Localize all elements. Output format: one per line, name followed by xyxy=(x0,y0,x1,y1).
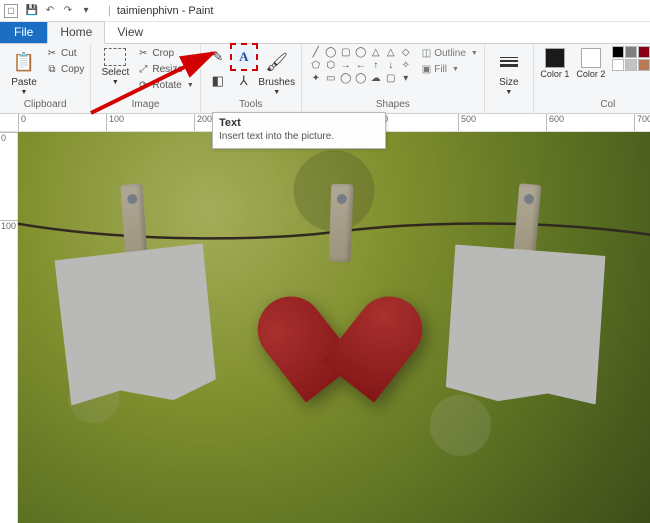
copy-button[interactable]: ⧉Copy xyxy=(46,62,84,77)
file-tab[interactable]: File xyxy=(0,22,47,43)
palette-swatch[interactable] xyxy=(638,46,650,58)
eyedropper-icon: ⅄ xyxy=(240,73,248,89)
copy-icon: ⧉ xyxy=(46,64,58,76)
colors-group-label: Col xyxy=(600,97,615,113)
pencil-icon: ✎ xyxy=(212,49,223,65)
palette-swatch[interactable] xyxy=(625,46,637,58)
brush-icon: 🖌 xyxy=(263,48,291,76)
select-button[interactable]: Select ▼ xyxy=(97,46,133,86)
crop-button[interactable]: ✂Crop xyxy=(137,46,193,61)
color1-button[interactable]: Color 1 xyxy=(540,46,570,79)
window-title: taimienphivn - Paint xyxy=(117,5,214,17)
chevron-down-icon: ▼ xyxy=(21,89,28,96)
eraser-tool[interactable]: ◧ xyxy=(207,70,229,92)
chevron-down-icon: ▼ xyxy=(273,89,280,96)
paste-button[interactable]: 📋 Paste ▼ xyxy=(6,46,42,96)
colors-group: Color 1 Color 2 Col xyxy=(534,44,650,113)
ribbon-tabs: File Home View xyxy=(0,22,650,44)
chevron-down-icon: ▼ xyxy=(452,66,459,73)
resize-icon: ⤢ xyxy=(137,64,149,76)
ribbon: 📋 Paste ▼ ✂Cut ⧉Copy Clipboard Select ▼ … xyxy=(0,44,650,114)
color2-button[interactable]: Color 2 xyxy=(576,46,606,79)
color-palette[interactable] xyxy=(612,46,650,71)
canvas[interactable] xyxy=(18,132,650,523)
paste-label: Paste xyxy=(11,77,37,88)
shapes-gallery[interactable]: ╱◯▢◯△△◇ ⬠⬡→←↑↓✧ ✦▭◯◯☁▢▾ xyxy=(308,46,414,86)
rotate-icon: ⟳ xyxy=(137,80,149,92)
vertical-ruler: 0100 xyxy=(0,132,18,523)
size-icon xyxy=(495,48,523,76)
palette-swatch[interactable] xyxy=(612,46,624,58)
canvas-area: 0100 xyxy=(0,132,650,523)
text-icon: A xyxy=(239,49,248,65)
clipboard-group-label: Clipboard xyxy=(24,97,67,113)
select-label: Select xyxy=(101,67,129,78)
palette-swatch[interactable] xyxy=(612,59,624,71)
title-bar: ▢ 💾 ↶ ↷ ▾ | taimienphivn - Paint xyxy=(0,0,650,22)
tools-group: ✎ ◧ A ⅄ 🖌 Brushes ▼ Tools xyxy=(201,44,302,113)
quick-access-toolbar: ▢ 💾 ↶ ↷ ▾ xyxy=(4,3,94,19)
picker-tool[interactable]: ⅄ xyxy=(233,70,255,92)
tooltip-title: Text xyxy=(219,117,379,129)
save-icon[interactable]: 💾 xyxy=(24,3,40,19)
cut-button[interactable]: ✂Cut xyxy=(46,46,84,61)
rotate-button[interactable]: ⟳Rotate▼ xyxy=(137,78,193,93)
image-content xyxy=(18,132,650,523)
size-group: Size ▼ xyxy=(485,44,534,113)
size-label: Size xyxy=(499,77,518,88)
size-group-label xyxy=(507,97,510,113)
text-tool-tooltip: Text Insert text into the picture. xyxy=(212,112,386,149)
eraser-icon: ◧ xyxy=(212,73,224,89)
text-tool[interactable]: A xyxy=(233,46,255,68)
tools-group-label: Tools xyxy=(239,97,262,113)
image-group: Select ▼ ✂Crop ⤢Resize ⟳Rotate▼ Image xyxy=(91,44,200,113)
crop-icon: ✂ xyxy=(137,48,149,60)
fill-icon: ▣ xyxy=(422,64,431,75)
home-tab[interactable]: Home xyxy=(47,21,105,44)
color1-swatch xyxy=(545,48,565,68)
brushes-label: Brushes xyxy=(258,77,295,88)
select-icon xyxy=(104,48,126,66)
app-icon: ▢ xyxy=(4,4,18,18)
color2-label: Color 2 xyxy=(576,69,605,79)
brushes-button[interactable]: 🖌 Brushes ▼ xyxy=(259,46,295,96)
color2-swatch xyxy=(581,48,601,68)
chevron-down-icon: ▼ xyxy=(505,89,512,96)
tooltip-body: Insert text into the picture. xyxy=(219,131,379,142)
view-tab[interactable]: View xyxy=(105,22,155,43)
palette-swatch[interactable] xyxy=(625,59,637,71)
shapes-group: ╱◯▢◯△△◇ ⬠⬡→←↑↓✧ ✦▭◯◯☁▢▾ ◫Outline▼ ▣Fill▼… xyxy=(302,44,485,113)
cut-icon: ✂ xyxy=(46,48,58,60)
outline-icon: ◫ xyxy=(422,48,431,59)
chevron-down-icon: ▼ xyxy=(112,79,119,86)
outline-button[interactable]: ◫Outline▼ xyxy=(422,46,478,61)
color1-label: Color 1 xyxy=(540,69,569,79)
chevron-down-icon: ▼ xyxy=(471,50,478,57)
shapes-group-label: Shapes xyxy=(376,97,410,113)
palette-swatch[interactable] xyxy=(638,59,650,71)
fill-button[interactable]: ▣Fill▼ xyxy=(422,62,478,77)
pencil-tool[interactable]: ✎ xyxy=(207,46,229,68)
image-group-label: Image xyxy=(132,97,160,113)
undo-icon[interactable]: ↶ xyxy=(42,3,58,19)
size-button[interactable]: Size ▼ xyxy=(491,46,527,96)
clipboard-group: 📋 Paste ▼ ✂Cut ⧉Copy Clipboard xyxy=(0,44,91,113)
paste-icon: 📋 xyxy=(10,48,38,76)
qat-dropdown-icon[interactable]: ▾ xyxy=(78,3,94,19)
resize-button[interactable]: ⤢Resize xyxy=(137,62,193,77)
chevron-down-icon: ▼ xyxy=(187,82,194,89)
redo-icon[interactable]: ↷ xyxy=(60,3,76,19)
